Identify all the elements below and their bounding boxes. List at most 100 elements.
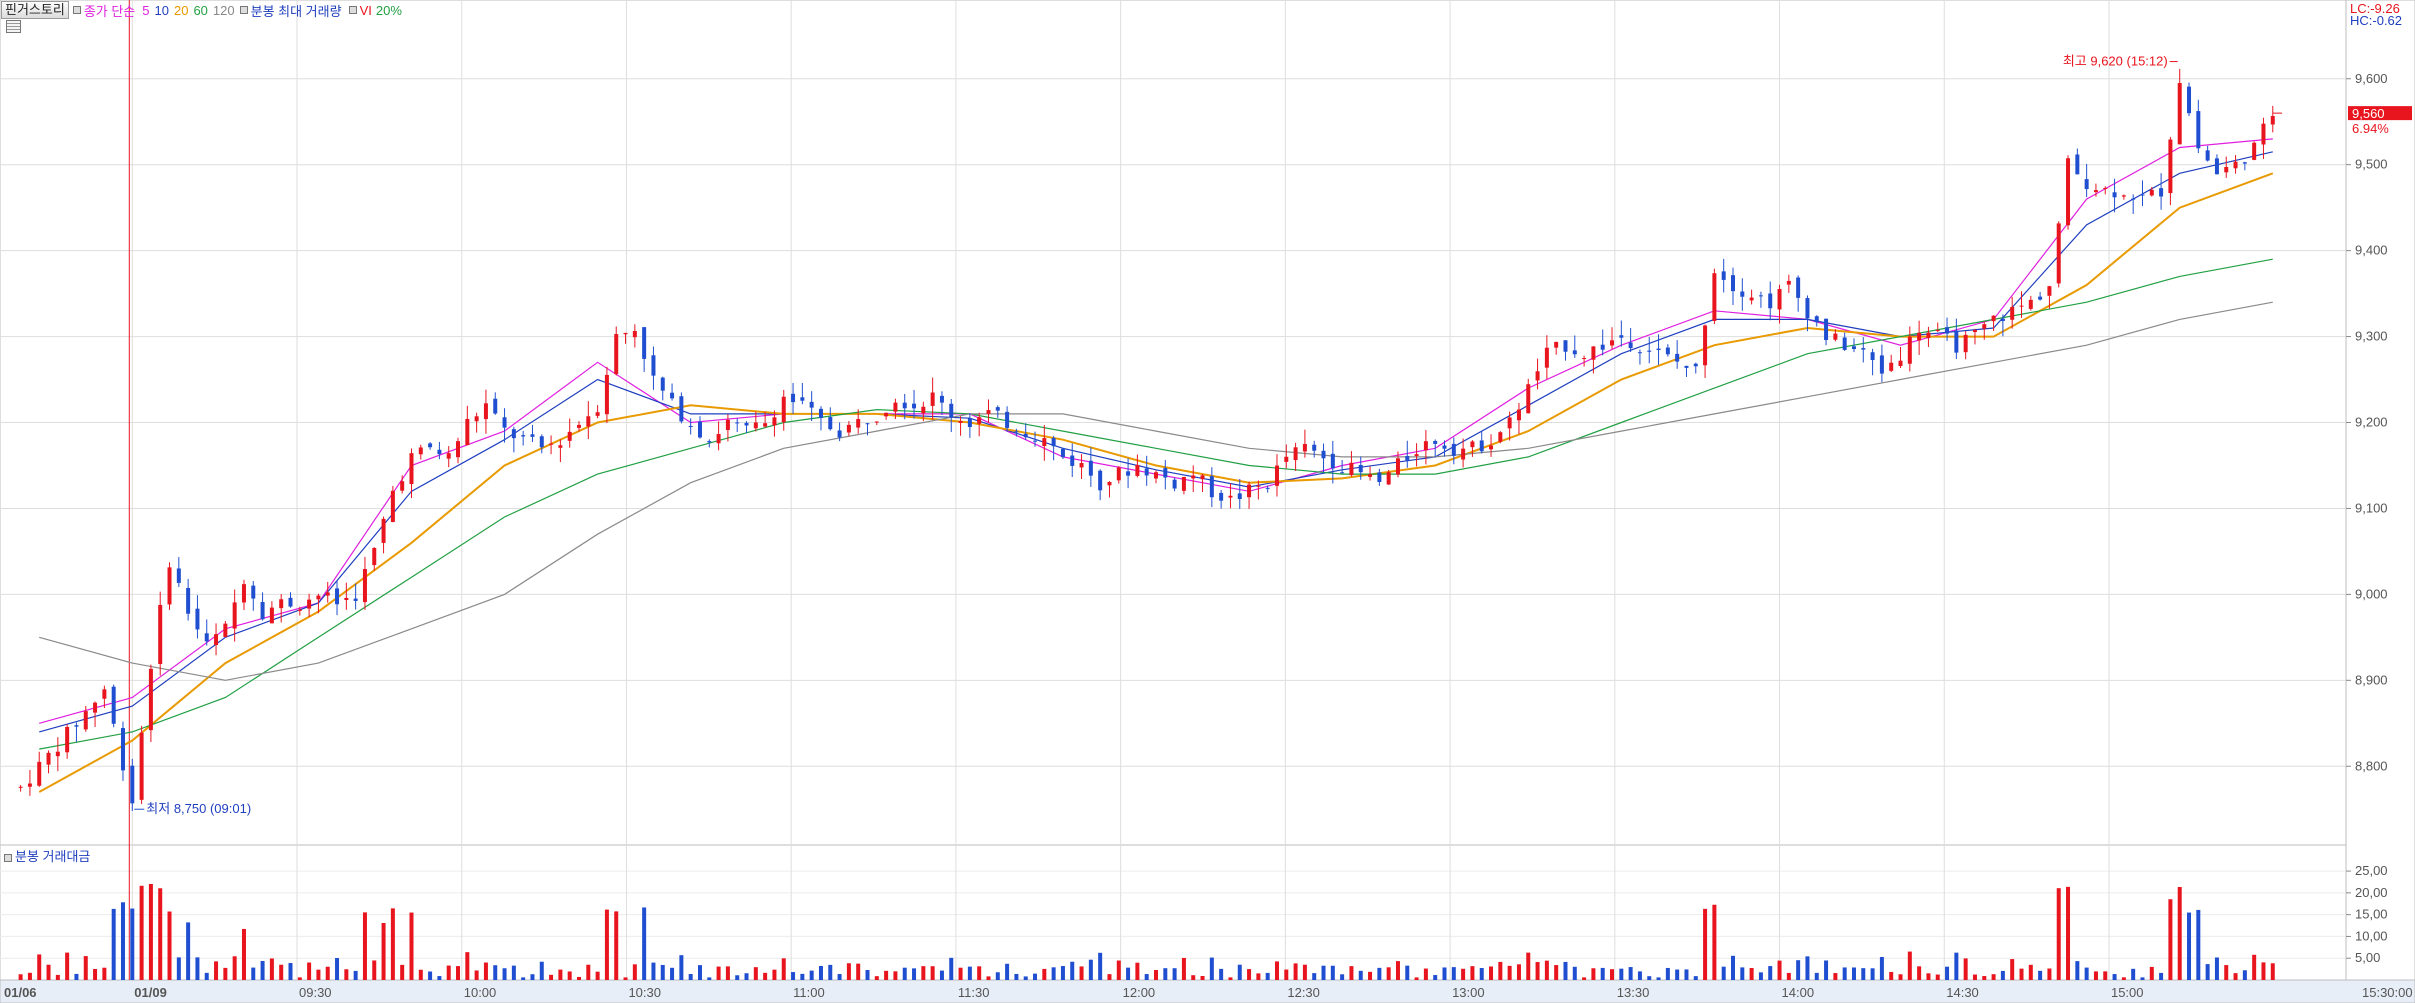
candle-body: [400, 481, 405, 491]
candle-body: [781, 396, 786, 423]
volume-bar: [837, 974, 842, 980]
volume-bar: [1684, 969, 1689, 980]
vi-label: VI: [359, 2, 372, 18]
volume-bar: [167, 911, 172, 980]
candle-body: [2121, 195, 2126, 197]
candle-body: [549, 443, 554, 445]
volume-bar: [856, 963, 861, 980]
candle-body: [186, 587, 191, 614]
candle-body: [1582, 358, 1587, 360]
volume-bar: [1005, 963, 1010, 980]
volume-bar: [1423, 968, 1428, 980]
candle-body: [651, 355, 656, 376]
volume-bar: [986, 976, 991, 980]
candle-body: [744, 422, 749, 426]
candle-body: [223, 623, 228, 637]
y-tick-label: 9,400: [2355, 243, 2388, 258]
candle-body: [1423, 441, 1428, 451]
volume-bar: [2131, 968, 2136, 980]
candle-body: [1442, 445, 1447, 449]
candle-body: [493, 398, 498, 414]
candle-body: [37, 761, 42, 786]
candle-body: [1489, 445, 1494, 450]
volume-tick-label: 15,00: [2355, 907, 2388, 922]
volume-bar: [865, 970, 870, 980]
volume-bar: [1023, 976, 1028, 980]
volume-bar: [18, 974, 23, 980]
candle-body: [2196, 111, 2201, 149]
ma-period-5: 5: [142, 2, 150, 18]
candle-body: [893, 402, 898, 412]
candle-body: [1349, 462, 1354, 476]
volume-bar: [288, 963, 293, 980]
candle-body: [828, 417, 833, 430]
candle-body: [1926, 332, 1931, 339]
volume-bar: [1656, 977, 1661, 980]
volume-bar: [558, 969, 563, 980]
volume-bar: [148, 883, 153, 980]
chart-menu-icon[interactable]: [6, 20, 21, 33]
candle-body: [1395, 458, 1400, 475]
volume-bar: [437, 976, 442, 980]
candle-body: [1302, 443, 1307, 452]
volume-panel-title-text: 분봉 거래대금: [15, 849, 91, 864]
max-volume-settings-icon[interactable]: [239, 6, 248, 14]
volume-bar: [688, 974, 693, 980]
candle-body: [65, 726, 70, 753]
volume-bar: [1814, 972, 1819, 980]
volume-bar: [1042, 968, 1047, 980]
volume-bar: [1861, 968, 1866, 980]
volume-bar: [2093, 971, 2098, 980]
ma-settings-icon[interactable]: [72, 6, 81, 14]
volume-bar: [1516, 964, 1521, 980]
volume-bar: [2233, 973, 2238, 980]
volume-bar: [1870, 968, 1875, 980]
volume-bar: [483, 962, 488, 980]
volume-bar: [1479, 968, 1484, 980]
vi-settings-icon[interactable]: [348, 6, 357, 14]
volume-bar: [1768, 966, 1773, 980]
ma-period-20: 20: [173, 2, 189, 18]
candle-body: [1945, 327, 1950, 334]
candle-body: [353, 598, 358, 601]
volume-bar: [995, 972, 1000, 980]
candle-body: [837, 430, 842, 438]
candle-body: [1972, 330, 1977, 333]
candle-body: [1256, 485, 1261, 487]
volume-bar: [2038, 970, 2043, 980]
candle-body: [2131, 198, 2136, 200]
volume-bar: [297, 977, 302, 980]
volume-bar: [46, 964, 51, 980]
candle-body: [2261, 123, 2266, 145]
candle-body: [1731, 275, 1735, 292]
volume-bar: [958, 967, 963, 980]
volume-bar: [1824, 960, 1829, 980]
volume-bar: [1879, 957, 1884, 980]
volume-bar: [474, 970, 479, 980]
volume-settings-icon[interactable]: [4, 853, 12, 862]
ma-period-10: 10: [154, 2, 169, 18]
volume-bar: [1935, 974, 1940, 980]
candle-body: [2112, 192, 2117, 198]
candle-body: [995, 407, 1000, 411]
volume-bar: [1907, 951, 1912, 980]
y-tick-label: 9,100: [2355, 500, 2388, 515]
volume-bar: [27, 972, 32, 980]
candle-body: [1228, 495, 1233, 498]
candle-body: [1461, 448, 1466, 460]
volume-bar: [1470, 966, 1475, 980]
candle-body: [912, 403, 917, 409]
candle-body: [1470, 441, 1475, 448]
volume-bar: [2214, 957, 2219, 980]
volume-bar: [1982, 976, 1987, 980]
volume-bar: [595, 971, 600, 980]
volume-bar: [176, 957, 181, 980]
volume-bar: [1284, 969, 1289, 980]
volume-bar: [1405, 965, 1410, 980]
stock-name-button[interactable]: 핀거스토리: [1, 1, 69, 19]
price-chart[interactable]: 9,600 9,500 9,400 9,300 9,200 9,100 9,000 8,900…: [0, 0, 2415, 1003]
candle-body: [1833, 333, 1838, 340]
candle-body: [288, 597, 293, 607]
candle-body: [586, 416, 591, 427]
candle-body: [1219, 492, 1224, 501]
